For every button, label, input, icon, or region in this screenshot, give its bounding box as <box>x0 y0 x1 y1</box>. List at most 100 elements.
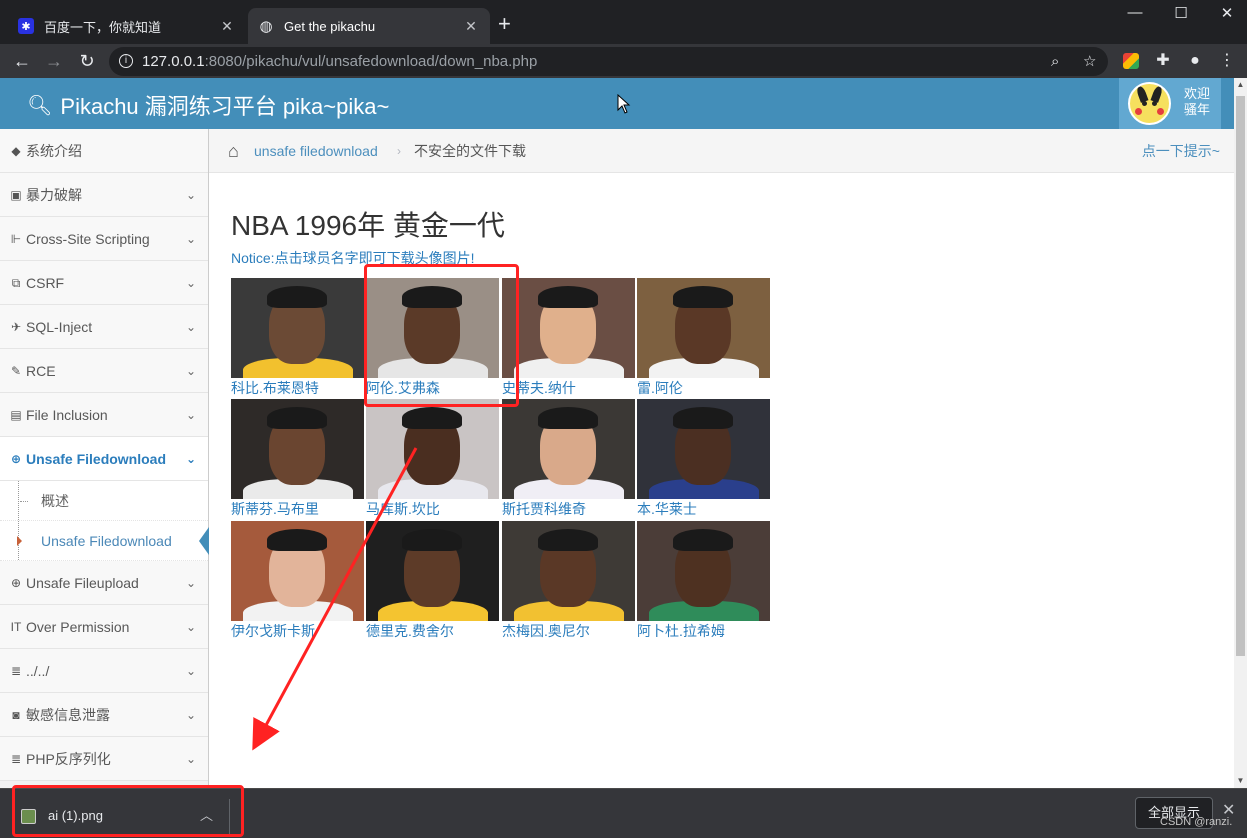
minimize-icon[interactable]: — <box>1115 4 1155 21</box>
sidebar-item-rce[interactable]: ✎ RCE ⌄ <box>0 349 208 393</box>
upload-icon: ⊕ <box>10 575 22 590</box>
player-photo <box>502 399 635 499</box>
player-name-link[interactable]: 伊尔戈斯卡斯 <box>231 623 315 639</box>
breadcrumb-section-link[interactable]: unsafe filedownload <box>254 129 378 173</box>
url-path: :8080/pikachu/vul/unsafedownload/down_nb… <box>204 53 538 70</box>
player-photo <box>637 399 770 499</box>
player-card: 斯蒂芬.马布里 <box>231 399 365 520</box>
sidebar-item-over-permission[interactable]: IT Over Permission ⌄ <box>0 605 208 649</box>
sidebar-item-label: Cross-Site Scripting <box>26 230 150 247</box>
browser-toolbar: ← → ↻ i 127.0.0.1:8080/pikachu/vul/unsaf… <box>0 44 1247 78</box>
sidebar-item-bruteforce[interactable]: ▣ 暴力破解 ⌄ <box>0 173 208 217</box>
sidebar-item-php-unserialize[interactable]: ≣ PHP反序列化 ⌄ <box>0 737 208 781</box>
sidebar-item-xss[interactable]: ⊩ Cross-Site Scripting ⌄ <box>0 217 208 261</box>
sidebar-subitem-label: Unsafe Filedownload <box>41 533 172 549</box>
player-name-link[interactable]: 斯蒂芬.马布里 <box>231 501 319 517</box>
forward-arrow-icon[interactable]: → <box>41 49 67 73</box>
scroll-thumb[interactable] <box>1236 96 1245 656</box>
welcome-text: 欢迎 骚年 <box>1184 86 1211 117</box>
active-pointer <box>199 527 209 555</box>
lock-icon: ▣ <box>10 187 22 202</box>
sidebar-item-label: File Inclusion <box>26 406 108 423</box>
tips-link[interactable]: 点一下提示~ <box>1142 129 1220 173</box>
text-height-icon: IT <box>10 619 22 634</box>
player-name-link[interactable]: 马库斯.坎比 <box>366 501 440 517</box>
sidebar-item-label: 系统介绍 <box>26 142 82 159</box>
puzzle-icon[interactable]: ✚ <box>1151 49 1175 73</box>
maximize-icon[interactable]: ☐ <box>1161 4 1201 22</box>
sidebar-item-label: ../../ <box>26 662 50 679</box>
brand[interactable]: 🔍︎ Pikachu 漏洞练习平台 pika~pika~ <box>27 89 389 121</box>
sidebar-item-intro[interactable]: ◆ 系统介绍 <box>0 129 208 173</box>
player-name-link[interactable]: 德里克.费舍尔 <box>366 623 454 639</box>
sidebar-item-label: 暴力破解 <box>26 186 82 203</box>
sidebar-item-label: RCE <box>26 362 56 379</box>
download-icon: ⊕ <box>10 451 22 466</box>
back-arrow-icon[interactable]: ← <box>9 49 35 73</box>
player-name-link[interactable]: 杰梅因.奥尼尔 <box>502 623 590 639</box>
chevron-down-icon: ⌄ <box>185 364 196 378</box>
close-icon[interactable]: ✕ <box>218 18 236 35</box>
player-card: 伊尔戈斯卡斯 <box>231 521 365 642</box>
player-photo <box>231 521 364 621</box>
window-close-icon[interactable]: ✕ <box>1207 4 1247 22</box>
sidebar-subitem-label: 概述 <box>41 493 69 509</box>
reload-icon[interactable]: ↻ <box>74 49 100 73</box>
tab-baidu[interactable]: ✱ 百度一下，你就知道 ✕ <box>8 8 246 44</box>
player-card: 雷.阿伦 <box>637 278 771 399</box>
new-tab-button[interactable]: + <box>498 13 511 35</box>
page-scrollbar[interactable]: ▲ ▼ <box>1234 78 1247 788</box>
tab-pikachu[interactable]: ◍ Get the pikachu ✕ <box>248 8 490 44</box>
sidebar: ◆ 系统介绍 ▣ 暴力破解 ⌄ ⊩ Cross-Site Scripting ⌄… <box>0 129 209 788</box>
sidebar-item-unsafe-filedownload[interactable]: ⊕ Unsafe Filedownload ⌄ <box>0 437 208 481</box>
file-icon: ▤ <box>10 407 22 422</box>
player-card: 马库斯.坎比 <box>366 399 500 520</box>
chevron-down-icon: ⌄ <box>185 620 196 634</box>
player-name-link[interactable]: 本.华莱士 <box>637 501 697 517</box>
sidebar-item-unsafe-fileupload[interactable]: ⊕ Unsafe Fileupload ⌄ <box>0 561 208 605</box>
star-icon[interactable]: ☆ <box>1083 47 1096 76</box>
chevron-down-icon: ⌄ <box>185 276 196 290</box>
player-photo <box>637 278 770 378</box>
main-content: NBA 1996年 黄金一代 Notice:点击球员名字即可下载头像图片! 科比… <box>209 174 1234 788</box>
sitemap-icon: ⊩ <box>10 231 22 246</box>
sidebar-item-label: PHP反序列化 <box>26 750 111 767</box>
player-name-link[interactable]: 科比.布莱恩特 <box>231 380 319 396</box>
url-host: 127.0.0.1 <box>142 53 205 70</box>
home-icon[interactable]: ⌂ <box>228 129 239 173</box>
sidebar-item-label: 敏感信息泄露 <box>26 706 110 723</box>
zoom-icon[interactable]: ⌕ <box>1051 47 1059 76</box>
player-card: 科比.布莱恩特 <box>231 278 365 399</box>
page-title: NBA 1996年 黄金一代 <box>231 210 505 241</box>
tag-icon: ◆ <box>11 143 21 158</box>
info-icon[interactable]: i <box>119 54 133 68</box>
close-icon[interactable]: ✕ <box>462 18 480 35</box>
list-icon: ≣ <box>10 663 22 678</box>
avatar <box>1128 82 1171 125</box>
chevron-down-icon: ⌄ <box>185 452 196 466</box>
player-photo <box>366 521 499 621</box>
player-card: 杰梅因.奥尼尔 <box>502 521 636 642</box>
extension-color-icon[interactable] <box>1119 49 1143 73</box>
sidebar-item-sqli[interactable]: ✈ SQL-Inject ⌄ <box>0 305 208 349</box>
scroll-up-icon[interactable]: ▲ <box>1234 78 1247 92</box>
chevron-down-icon: ⌄ <box>185 232 196 246</box>
sidebar-item-csrf[interactable]: ⧉ CSRF ⌄ <box>0 261 208 305</box>
profile-icon[interactable]: ● <box>1183 49 1207 73</box>
sidebar-subitem-unsafe-filedownload[interactable]: Unsafe Filedownload <box>0 521 209 561</box>
player-name-link[interactable]: 斯托贾科维奇 <box>502 501 586 517</box>
player-name-link[interactable]: 雷.阿伦 <box>637 380 683 396</box>
chevron-down-icon: ⌄ <box>185 576 196 590</box>
sidebar-item-file-inclusion[interactable]: ▤ File Inclusion ⌄ <box>0 393 208 437</box>
sidebar-subitem-overview[interactable]: 概述 <box>0 481 208 521</box>
menu-icon[interactable]: ⋮ <box>1215 49 1239 73</box>
scroll-down-icon[interactable]: ▼ <box>1234 774 1247 788</box>
address-bar[interactable]: i 127.0.0.1:8080/pikachu/vul/unsafedownl… <box>109 47 1108 76</box>
breadcrumb: ⌂ unsafe filedownload › 不安全的文件下载 点一下提示~ <box>209 129 1234 173</box>
player-photo <box>502 278 635 378</box>
user-menu[interactable]: 欢迎 骚年 <box>1119 78 1221 129</box>
sidebar-item-dir-traversal[interactable]: ≣ ../../ ⌄ <box>0 649 208 693</box>
player-name-link[interactable]: 阿卜杜.拉希姆 <box>637 623 725 639</box>
sidebar-item-info-leak[interactable]: ◙ 敏感信息泄露 ⌄ <box>0 693 208 737</box>
chevron-down-icon: ⌄ <box>185 664 196 678</box>
